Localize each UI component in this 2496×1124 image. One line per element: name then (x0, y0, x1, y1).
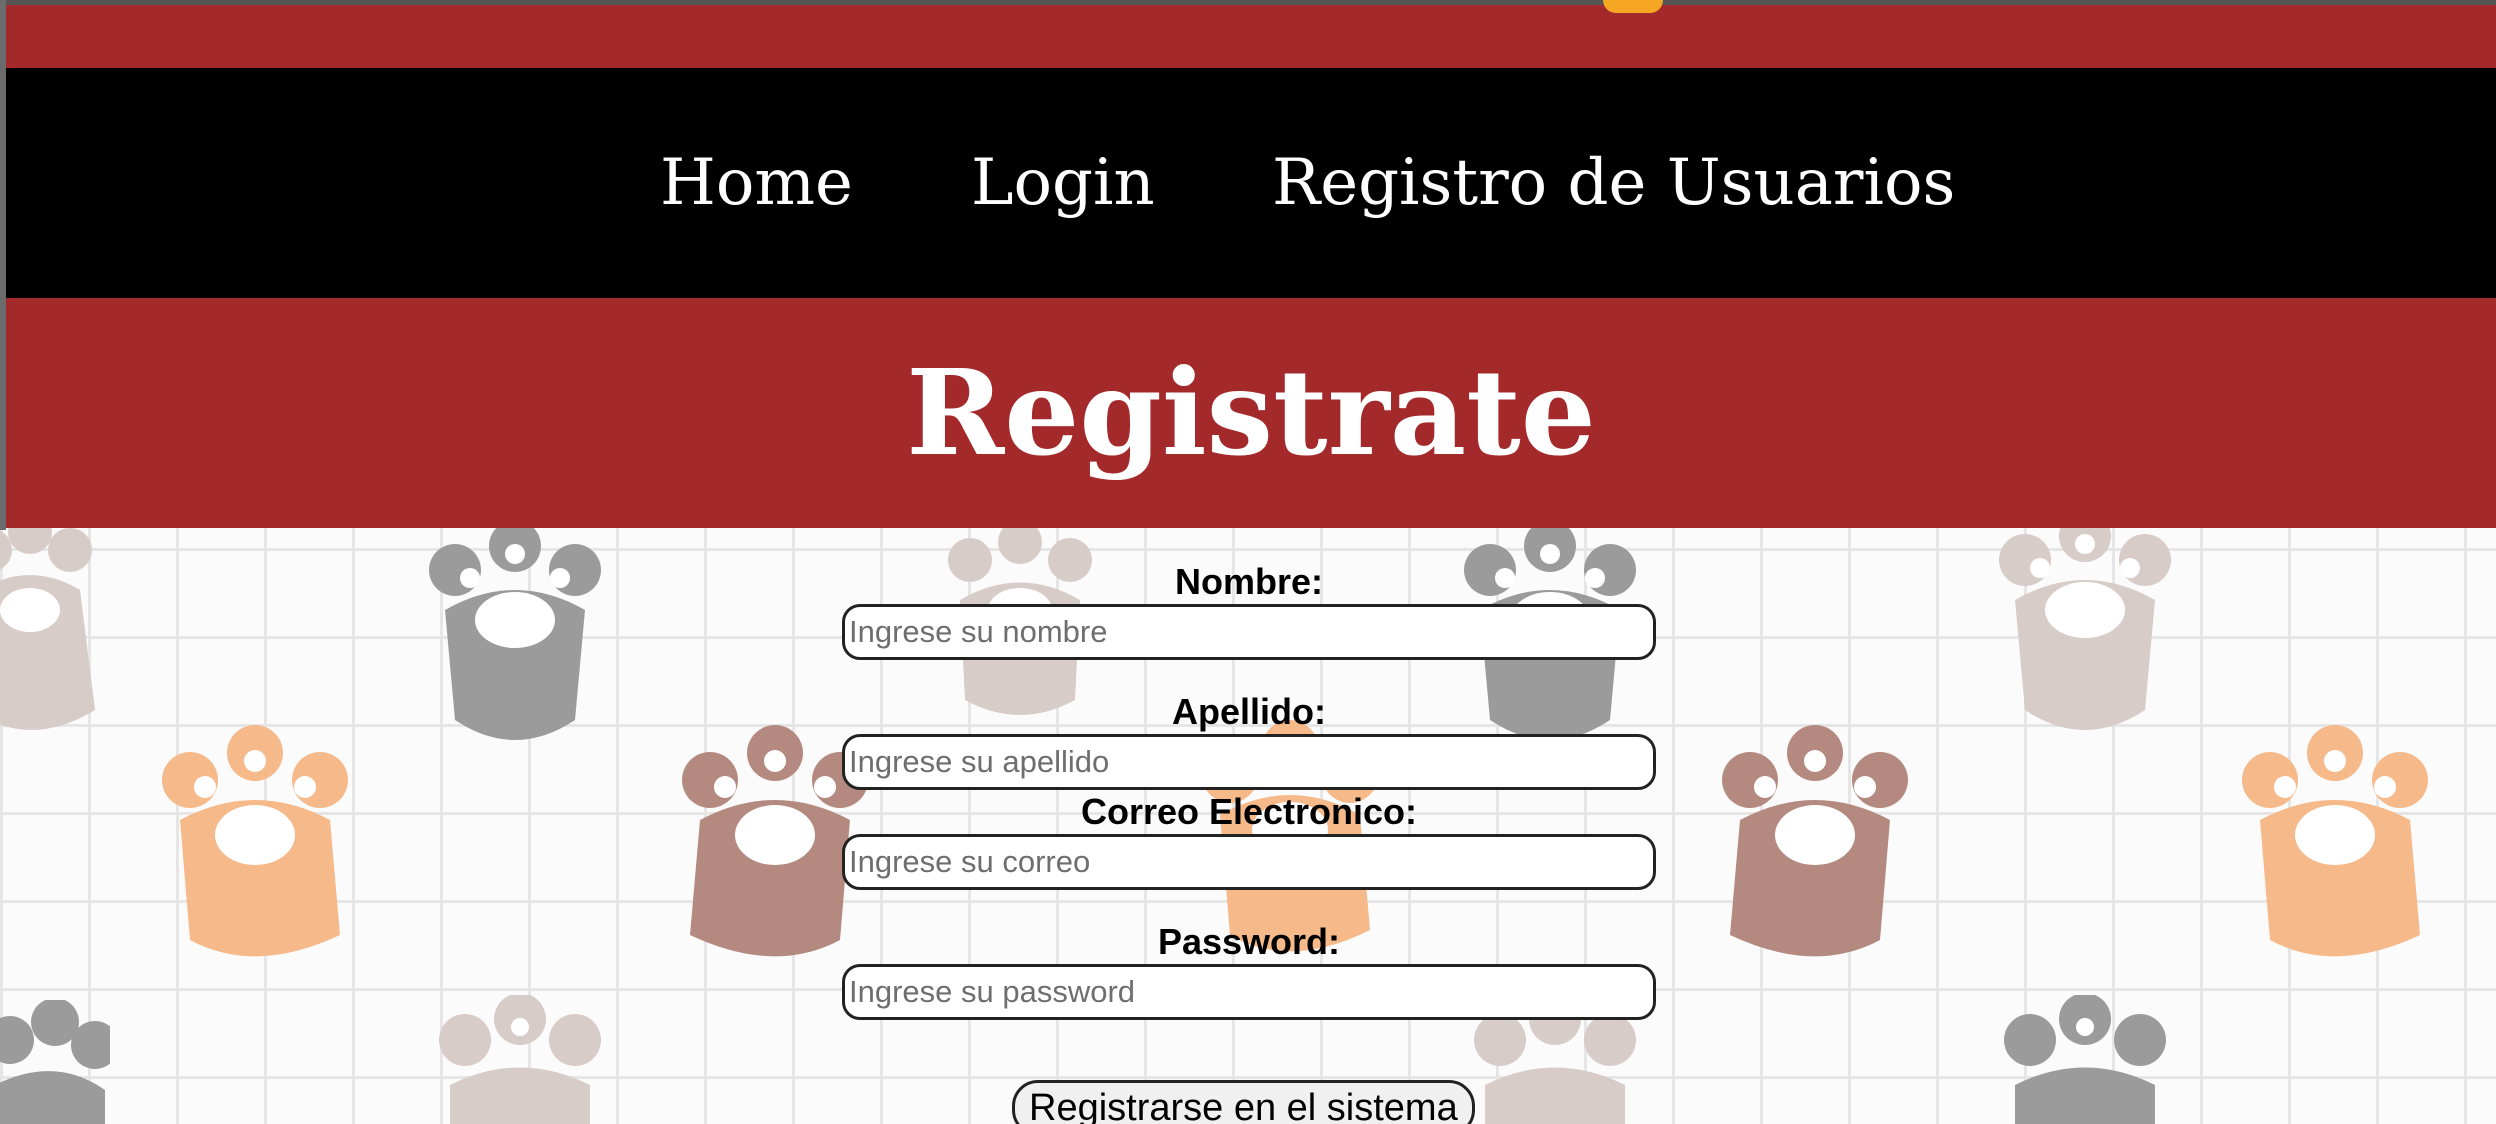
page-title: Registrate (906, 343, 1596, 482)
paw-print-icon (1995, 995, 2175, 1124)
paw-print-icon (0, 1000, 110, 1124)
paw-print-icon (0, 510, 100, 740)
paw-print-icon (1710, 725, 1920, 965)
nombre-input[interactable] (842, 604, 1656, 660)
register-submit-button[interactable]: Registrarse en el sistema (1012, 1080, 1475, 1124)
nombre-label: Nombre: (1174, 561, 1323, 602)
correo-label: Correo Electronico: (1080, 791, 1418, 832)
top-accent-bar (6, 5, 2496, 68)
apellido-input[interactable] (842, 734, 1656, 790)
password-label: Password: (1157, 921, 1341, 962)
paw-print-icon (150, 725, 360, 965)
password-input[interactable] (842, 964, 1656, 1020)
nav-link-home[interactable]: Home (660, 68, 853, 298)
registration-form: Nombre: Apellido: Correo Electronico: Pa… (842, 560, 1656, 1020)
title-band: Registrate (6, 298, 2496, 528)
nav-link-registro-de-usuarios[interactable]: Registro de Usuarios (1272, 68, 1955, 298)
apellido-label: Apellido: (1172, 691, 1326, 732)
main-navigation: Home Login Registro de Usuarios (6, 68, 2496, 298)
paw-print-icon (430, 995, 610, 1124)
paw-print-icon (415, 520, 615, 750)
paw-print-icon (2230, 725, 2440, 965)
nav-link-login[interactable]: Login (971, 68, 1155, 298)
top-accent-pill (1603, 0, 1663, 13)
paw-print-icon (1985, 510, 2185, 740)
correo-input[interactable] (842, 834, 1656, 890)
